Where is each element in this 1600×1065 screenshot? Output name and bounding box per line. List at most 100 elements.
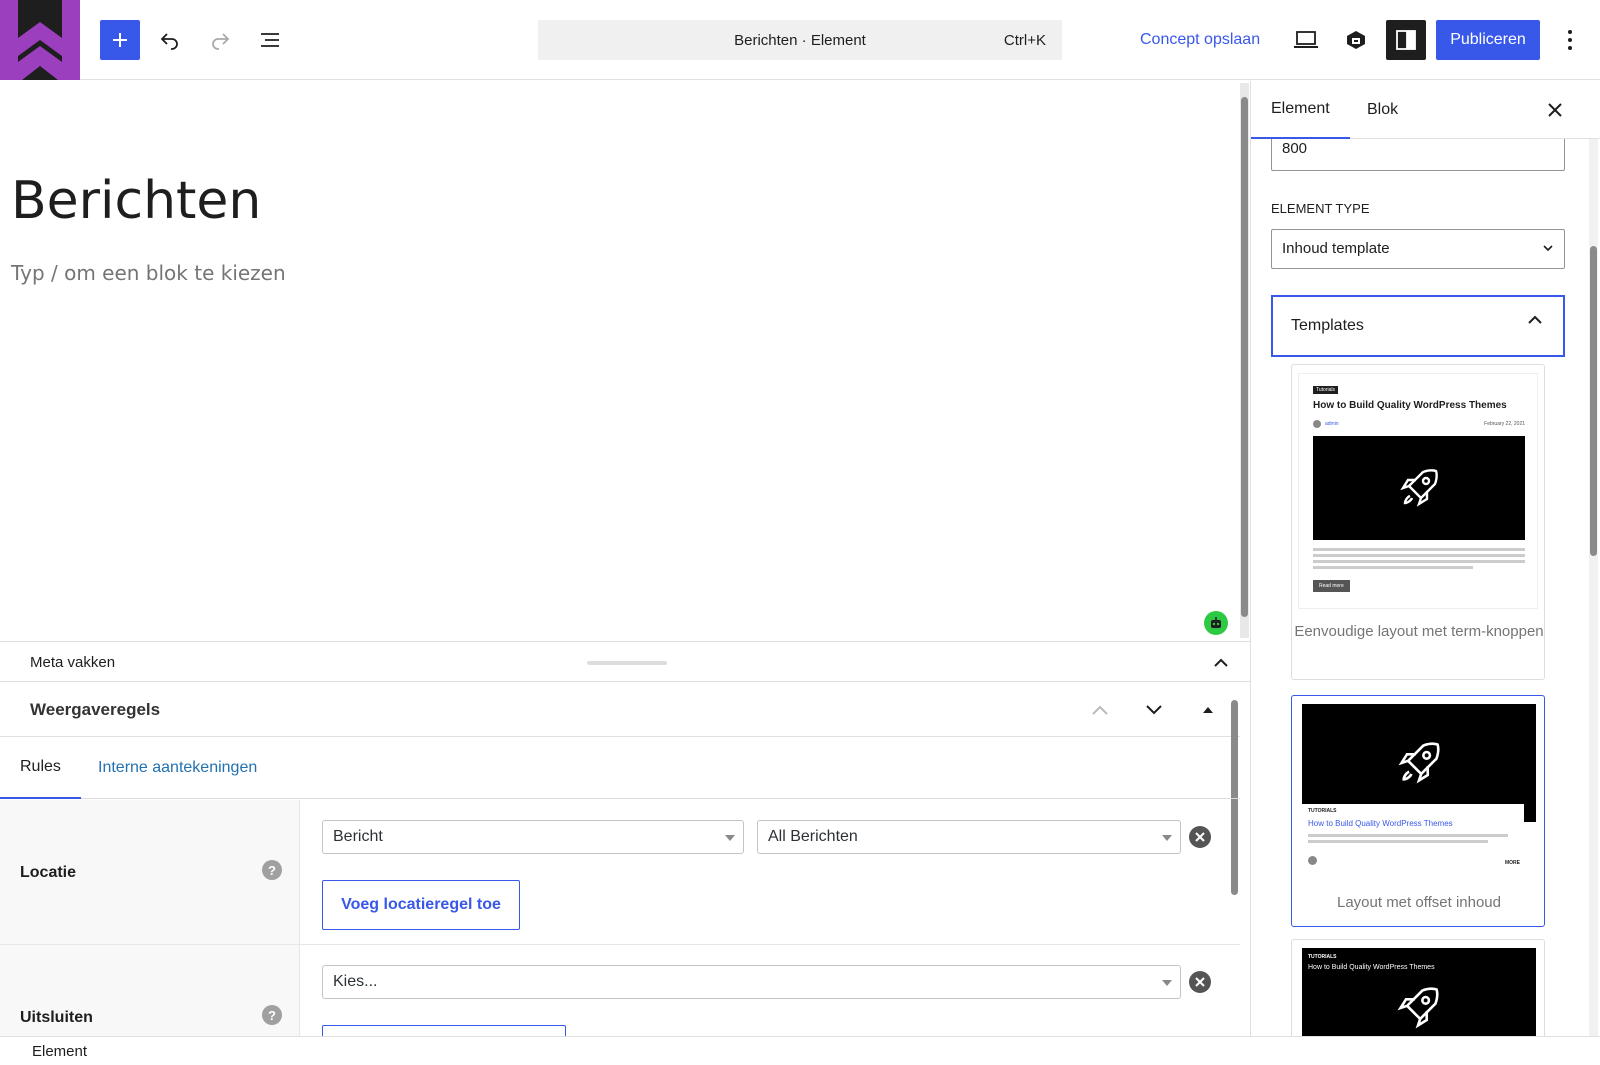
laptop-preview-icon — [1294, 31, 1318, 48]
block-placeholder[interactable]: Typ / om een blok te kiezen — [11, 261, 286, 285]
thumb-date: February 22, 2021 — [1484, 421, 1525, 427]
meta-collapse-button[interactable] — [1210, 652, 1232, 674]
template-thumbnail: Tutorials How to Build Quality WordPress… — [1298, 373, 1538, 609]
options-button[interactable] — [1550, 20, 1590, 60]
element-type-value: Inhoud template — [1282, 240, 1390, 257]
block-inserter-button[interactable] — [100, 20, 140, 60]
publish-button[interactable]: Publiceren — [1436, 20, 1540, 60]
exclude-label: Uitsluiten — [20, 1009, 93, 1026]
location-object-select[interactable]: All Berichten — [757, 820, 1181, 854]
thumb-avatar — [1313, 420, 1321, 428]
close-icon — [1195, 977, 1205, 987]
thumb-badge: TUTORIALS — [1308, 954, 1337, 960]
exclude-select[interactable]: Kies... — [322, 965, 1181, 999]
display-rules-title: Weergaveregels — [30, 700, 161, 719]
exclude-rule-row: Uitsluiten ? Kies... — [0, 945, 1240, 1045]
chevron-down-icon — [1543, 245, 1553, 252]
canvas-scrollbar[interactable] — [1240, 83, 1249, 638]
thumb-badge: Tutorials — [1313, 386, 1338, 394]
triangle-up-icon — [1203, 707, 1213, 713]
chevron-down-icon — [1146, 705, 1162, 715]
remove-exclude-rule-button[interactable] — [1189, 971, 1211, 993]
chevron-up-icon — [1528, 315, 1542, 324]
assistant-robot-icon[interactable] — [1204, 611, 1228, 635]
location-object-value: All Berichten — [768, 828, 858, 845]
plus-icon — [113, 33, 127, 47]
thumb-read-more: Read more — [1313, 580, 1350, 592]
location-type-select[interactable]: Bericht — [322, 820, 744, 854]
close-icon — [1195, 832, 1205, 842]
command-palette-bar[interactable]: Berichten · Element Ctrl+K — [538, 20, 1062, 60]
rocket-icon — [1397, 987, 1439, 1029]
redo-button[interactable] — [200, 20, 240, 60]
element-type-select[interactable]: Inhoud template — [1271, 229, 1565, 269]
sidebar-icon — [1396, 30, 1416, 50]
thumb-badge: TUTORIALS — [1308, 808, 1337, 814]
move-down-button[interactable] — [1140, 696, 1168, 724]
template-caption: Layout met offset inhoud — [1336, 894, 1501, 911]
settings-sidebar-toggle[interactable] — [1386, 20, 1426, 60]
rocket-icon — [1400, 469, 1438, 507]
redo-icon — [212, 33, 230, 50]
meta-boxes-header[interactable]: Meta vakken — [0, 641, 1250, 682]
template-thumbnail: TUTORIALS How to Build Quality WordPress… — [1302, 704, 1536, 878]
move-up-button[interactable] — [1086, 696, 1114, 724]
sidebar-tabs: Element Blok — [1251, 81, 1600, 139]
location-help-icon[interactable]: ? — [262, 860, 282, 880]
toggle-panel-button[interactable] — [1194, 696, 1222, 724]
site-logo[interactable] — [0, 0, 80, 80]
template-thumbnail: TUTORIALS How to Build Quality WordPress… — [1302, 948, 1536, 1036]
undo-button[interactable] — [150, 20, 190, 60]
template-card-selected[interactable]: TUTORIALS How to Build Quality WordPress… — [1291, 695, 1545, 927]
display-rules-tabs: Rules Interne aantekeningen — [0, 737, 1240, 799]
thumb-image — [1394, 984, 1442, 1036]
save-draft-button[interactable]: Concept opslaan — [1140, 20, 1260, 60]
exclude-select-value: Kies... — [333, 973, 378, 990]
sidebar-scrollbar[interactable] — [1589, 81, 1598, 1036]
editor-footer: Element — [0, 1036, 1600, 1065]
close-icon — [1548, 103, 1562, 117]
chevron-up-icon — [1092, 705, 1108, 715]
display-rules-panel-header: Weergaveregels — [0, 682, 1240, 895]
location-rule-row: Locatie ? Bericht All Berichten Voeg loc… — [0, 800, 1240, 945]
location-label-cell: Locatie ? — [0, 800, 300, 944]
close-sidebar-button[interactable] — [1541, 96, 1569, 124]
rocket-icon — [1398, 742, 1440, 784]
command-bar-title: Berichten · Element — [734, 31, 866, 49]
add-location-rule-button[interactable]: Voeg locatieregel toe — [322, 880, 520, 930]
template-card[interactable]: Tutorials How to Build Quality WordPress… — [1291, 364, 1545, 680]
exclude-help-icon[interactable]: ? — [262, 1005, 282, 1025]
thumb-title: How to Build Quality WordPress Themes — [1308, 964, 1435, 971]
thumb-author: admin — [1325, 421, 1339, 427]
generatepress-logo-icon — [0, 0, 80, 80]
tab-rules[interactable]: Rules — [0, 737, 81, 799]
template-card[interactable]: TUTORIALS How to Build Quality WordPress… — [1291, 939, 1545, 1036]
post-title[interactable]: Berichten — [11, 171, 261, 231]
undo-icon — [160, 33, 178, 50]
thumb-title: How to Build Quality WordPress Themes — [1313, 400, 1507, 411]
sidebar-tab-block[interactable]: Blok — [1347, 81, 1418, 139]
editor-canvas: Berichten Typ / om een blok te kiezen — [0, 81, 1250, 641]
caret-down-icon — [725, 835, 735, 841]
remove-location-rule-button[interactable] — [1189, 826, 1211, 848]
document-overview-button[interactable] — [250, 20, 290, 60]
resize-handle[interactable] — [587, 661, 667, 665]
canvas-scrollbar-thumb[interactable] — [1241, 97, 1248, 617]
thumb-title: How to Build Quality WordPress Themes — [1308, 819, 1453, 828]
chevron-up-icon — [1214, 658, 1228, 667]
breadcrumb[interactable]: Element — [32, 1043, 87, 1060]
sidebar-tab-element[interactable]: Element — [1251, 81, 1350, 139]
templates-label: Templates — [1291, 317, 1364, 334]
settings-sidebar: Element Blok 800 ELEMENT TYPE Inhoud tem… — [1250, 81, 1600, 1036]
caret-down-icon — [1162, 980, 1172, 986]
tab-internal-notes[interactable]: Interne aantekeningen — [78, 737, 277, 799]
thumb-image — [1313, 436, 1525, 540]
preview-button[interactable] — [1286, 20, 1326, 60]
meta-boxes-label: Meta vakken — [30, 654, 116, 671]
location-label: Locatie — [20, 864, 77, 881]
command-bar-shortcut: Ctrl+K — [1003, 31, 1046, 49]
templates-panel-toggle[interactable]: Templates — [1271, 295, 1565, 357]
template-caption: Eenvoudige layout met term-knoppen — [1294, 623, 1544, 640]
sidebar-scrollbar-thumb[interactable] — [1590, 246, 1597, 556]
generateblocks-button[interactable] — [1336, 20, 1376, 60]
